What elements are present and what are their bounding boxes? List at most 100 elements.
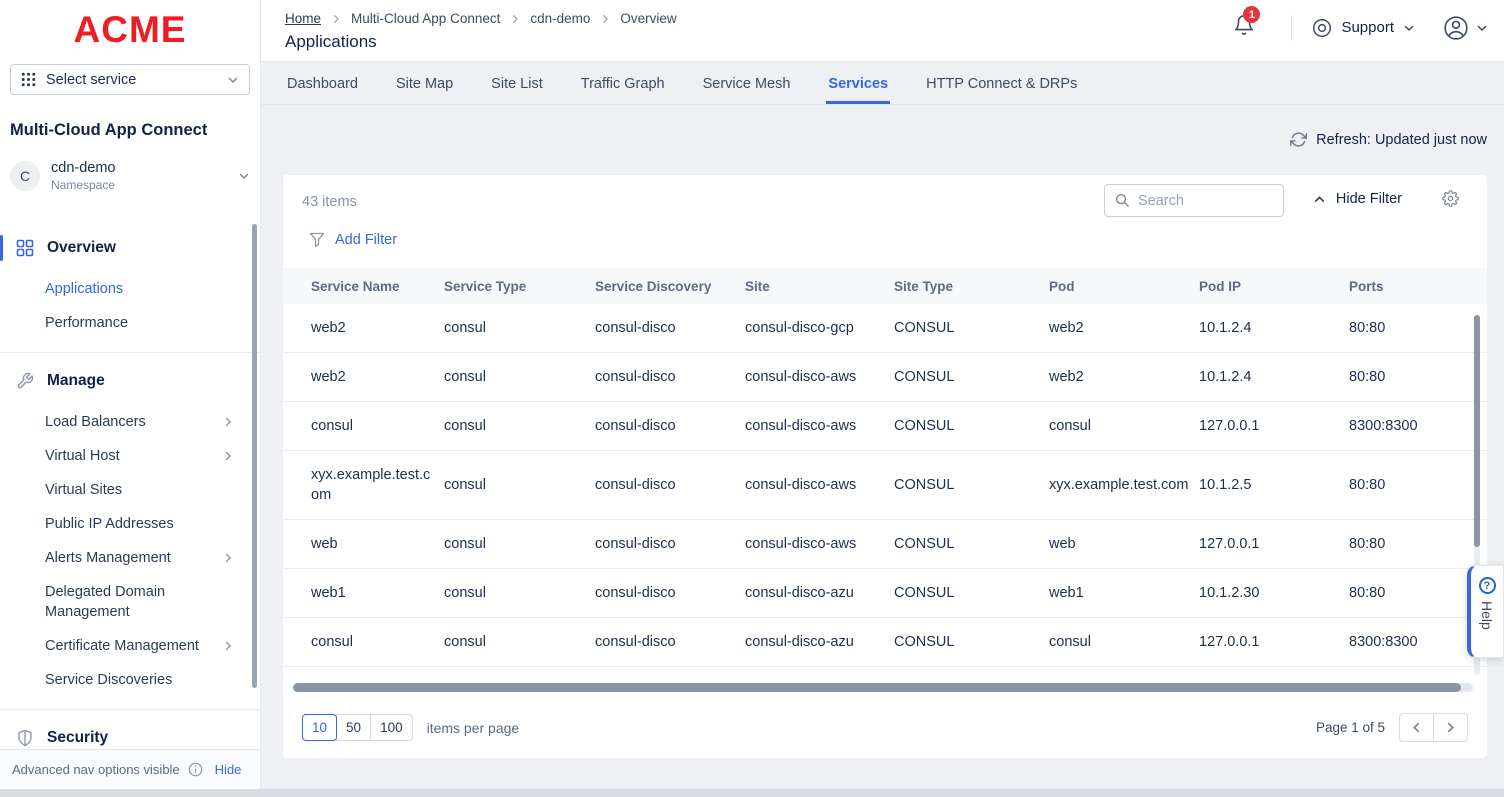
- page-size-50[interactable]: 50: [336, 714, 371, 741]
- page-size-100[interactable]: 100: [370, 714, 413, 741]
- acme-logo: ACME: [0, 8, 260, 52]
- grid-icon: [16, 239, 34, 257]
- sidebar-section-label: Manage: [47, 372, 105, 390]
- support-menu[interactable]: Support: [1312, 18, 1415, 38]
- sidebar-item-label: Alerts Management: [45, 548, 171, 568]
- table-cell: 80:80: [1349, 353, 1487, 402]
- account-menu[interactable]: [1443, 15, 1488, 41]
- table-cell: CONSUL: [894, 451, 1049, 520]
- add-filter-button[interactable]: Add Filter: [309, 232, 397, 248]
- table-cell: 127.0.0.1: [1199, 618, 1349, 667]
- table-cell: 80:80: [1349, 451, 1487, 520]
- namespace-selector[interactable]: C cdn-demo Namespace: [10, 160, 250, 192]
- table-cell: CONSUL: [894, 304, 1049, 353]
- sidebar-item-certificate-management[interactable]: Certificate Management: [0, 629, 260, 663]
- breadcrumb-item[interactable]: Home: [285, 11, 321, 26]
- sidebar-section-manage[interactable]: Manage: [0, 365, 260, 397]
- table-row[interactable]: web1consulconsul-discoconsul-disco-azuCO…: [283, 569, 1487, 618]
- question-icon: ?: [1479, 577, 1496, 594]
- page-nav-group: [1399, 713, 1468, 742]
- table-cell: consul-disco: [595, 569, 745, 618]
- table-cell: consul-disco-aws: [745, 520, 894, 569]
- search-box: [1104, 184, 1284, 217]
- table-row[interactable]: consulconsulconsul-discoconsul-disco-azu…: [283, 618, 1487, 667]
- table-cell: consul-disco-aws: [745, 353, 894, 402]
- table-horizontal-scrollbar[interactable]: [293, 683, 1473, 692]
- sidebar-section-overview[interactable]: Overview: [0, 232, 260, 264]
- column-header: Site Type: [894, 268, 1049, 304]
- chevron-right-icon: [1444, 721, 1457, 734]
- table-cell: consul: [283, 618, 444, 667]
- sidebar-item-load-balancers[interactable]: Load Balancers: [0, 405, 260, 439]
- table-cell: CONSUL: [894, 618, 1049, 667]
- notifications-button[interactable]: 1: [1233, 14, 1255, 41]
- sidebar-item-label: Performance: [45, 313, 128, 333]
- column-header: Pod: [1049, 268, 1199, 304]
- breadcrumb-item[interactable]: Overview: [620, 11, 676, 26]
- app-grid-icon: [21, 72, 36, 87]
- hide-filter-button[interactable]: Hide Filter: [1313, 191, 1402, 207]
- notification-badge: 1: [1243, 6, 1260, 23]
- sidebar-scrollbar-thumb[interactable]: [252, 224, 257, 688]
- services-table-card: 43 items Hide Filter: [283, 175, 1487, 758]
- table-header-row: Service NameService TypeService Discover…: [283, 268, 1487, 304]
- header-divider: [1291, 15, 1292, 41]
- tab-service-mesh[interactable]: Service Mesh: [701, 76, 793, 104]
- sidebar-item-label: Applications: [45, 279, 123, 299]
- table-row[interactable]: xyx.example.test.comconsulconsul-discoco…: [283, 451, 1487, 520]
- table-row[interactable]: webconsulconsul-discoconsul-disco-awsCON…: [283, 520, 1487, 569]
- breadcrumb-item[interactable]: Multi-Cloud App Connect: [351, 11, 500, 26]
- funnel-icon: [309, 232, 325, 248]
- page-status: Page 1 of 5: [1316, 720, 1385, 735]
- sidebar-item-virtual-sites[interactable]: Virtual Sites: [0, 473, 260, 507]
- table-cell: web: [1049, 520, 1199, 569]
- refresh-icon: [1290, 131, 1307, 148]
- search-input[interactable]: [1138, 193, 1273, 209]
- table-cell: CONSUL: [894, 353, 1049, 402]
- table-row[interactable]: web2consulconsul-discoconsul-disco-awsCO…: [283, 353, 1487, 402]
- hide-nav-link[interactable]: Hide: [215, 762, 242, 777]
- table-row[interactable]: consulconsulconsul-discoconsul-disco-aws…: [283, 402, 1487, 451]
- next-page-button[interactable]: [1433, 713, 1468, 742]
- breadcrumb-item[interactable]: cdn-demo: [530, 11, 590, 26]
- tab-site-map[interactable]: Site Map: [394, 76, 455, 104]
- table-cell: 80:80: [1349, 520, 1487, 569]
- column-header: Pod IP: [1199, 268, 1349, 304]
- table-row[interactable]: web2consulconsul-discoconsul-disco-gcpCO…: [283, 304, 1487, 353]
- service-selector[interactable]: Select service: [10, 64, 250, 95]
- table-cell: consul-disco-aws: [745, 451, 894, 520]
- namespace-avatar: C: [10, 161, 40, 191]
- refresh-button[interactable]: Refresh: Updated just now: [283, 131, 1487, 148]
- tab-traffic-graph[interactable]: Traffic Graph: [579, 76, 667, 104]
- help-tab[interactable]: ? Help: [1467, 565, 1504, 658]
- nav-divider: [0, 352, 260, 353]
- page-size-10[interactable]: 10: [302, 714, 337, 741]
- services-table: Service NameService TypeService Discover…: [283, 268, 1487, 667]
- sidebar: ACME Select service Multi-Cloud App Conn…: [0, 0, 261, 797]
- chevron-down-icon: [1403, 22, 1415, 34]
- sidebar-item-performance[interactable]: Performance: [0, 306, 260, 340]
- vertical-scrollbar-thumb[interactable]: [1474, 315, 1480, 547]
- sidebar-item-virtual-host[interactable]: Virtual Host: [0, 439, 260, 473]
- tab-http-connect-drps[interactable]: HTTP Connect & DRPs: [924, 76, 1079, 104]
- page-horizontal-scrollbar[interactable]: [0, 789, 1504, 797]
- sidebar-item-label: Delegated Domain Management: [45, 582, 207, 622]
- sidebar-item-label: Virtual Host: [45, 446, 120, 466]
- sidebar-item-public-ip-addresses[interactable]: Public IP Addresses: [0, 507, 260, 541]
- column-header: Service Type: [444, 268, 595, 304]
- previous-page-button[interactable]: [1399, 713, 1434, 742]
- horizontal-scrollbar-thumb[interactable]: [293, 683, 1461, 692]
- tab-site-list[interactable]: Site List: [489, 76, 545, 104]
- advanced-nav-text: Advanced nav options visible: [12, 762, 180, 777]
- table-settings-button[interactable]: [1442, 190, 1459, 207]
- sidebar-item-applications[interactable]: Applications: [0, 272, 260, 306]
- tab-dashboard[interactable]: Dashboard: [285, 76, 360, 104]
- support-label: Support: [1341, 19, 1394, 36]
- sidebar-item-alerts-management[interactable]: Alerts Management: [0, 541, 260, 575]
- breadcrumb-separator-icon: [510, 14, 520, 24]
- table-cell: 127.0.0.1: [1199, 402, 1349, 451]
- tab-services[interactable]: Services: [826, 76, 890, 104]
- table-cell: consul: [444, 618, 595, 667]
- sidebar-item-service-discoveries[interactable]: Service Discoveries: [0, 663, 260, 697]
- sidebar-item-delegated-domain-management[interactable]: Delegated Domain Management: [0, 575, 260, 629]
